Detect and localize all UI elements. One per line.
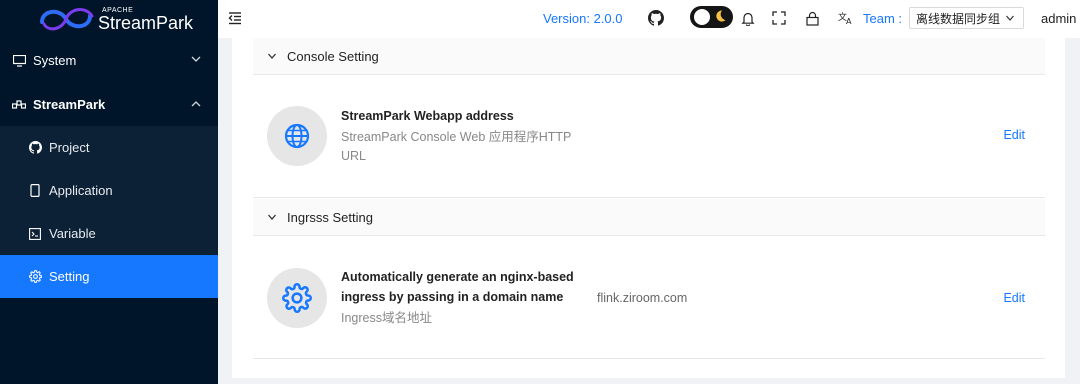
settings-content: Console Setting StreamPark Webapp addres… (232, 38, 1065, 378)
setting-avatar (267, 106, 327, 166)
setting-row: Automatically generate an nginx-based in… (253, 236, 1045, 359)
team-select-value: 离线数据同步组 (916, 11, 1001, 26)
sidebar-item-variable[interactable]: Variable (0, 212, 218, 255)
sidebar-item-label: Application (49, 183, 113, 198)
logo[interactable]: APACHE StreamPark (0, 0, 218, 38)
setting-row: StreamPark Webapp address StreamPark Con… (253, 75, 1045, 198)
bell-icon[interactable] (740, 10, 756, 26)
sidebar-item-streampark[interactable]: StreamPark (0, 83, 218, 126)
console-setting-header[interactable]: Console Setting (253, 38, 1045, 75)
ingress-setting-header[interactable]: Ingrsss Setting (253, 199, 1045, 236)
setting-title: StreamPark Webapp address (341, 109, 514, 123)
chevron-up-icon (191, 101, 201, 107)
sidebar-item-label: StreamPark (33, 97, 106, 112)
sidebar-item-label: Setting (49, 269, 90, 284)
logo-brand-text: StreamPark (98, 12, 194, 33)
chevron-down-icon (268, 214, 276, 220)
setting-description: StreamPark Console Web 应用程序HTTP URL (341, 130, 572, 163)
team-select[interactable]: 离线数据同步组 (909, 7, 1024, 29)
code-icon (28, 227, 42, 241)
sidebar-item-application[interactable]: Application (0, 169, 218, 212)
monitor-icon (12, 54, 26, 68)
setting-value: flink.ziroom.com (597, 291, 688, 305)
streampark-logo-icon (40, 8, 94, 31)
top-header: Version: 2.0.0 文A Team : 离线数据同步组 admin (218, 0, 1080, 38)
fullscreen-icon[interactable] (771, 10, 787, 26)
sidebar-item-label: Project (49, 140, 90, 155)
sidebar: APACHE StreamPark System StreamPark Proj… (0, 0, 218, 384)
edit-button[interactable]: Edit (1003, 291, 1025, 305)
setting-avatar (267, 268, 327, 328)
setting-description: Ingress域名地址 (341, 311, 432, 325)
section-title: Console Setting (287, 48, 379, 64)
version-link[interactable]: Version: 2.0.0 (543, 11, 623, 26)
toggle-knob (694, 9, 710, 25)
streampark-submenu: Project Application Variable Setting (0, 126, 218, 298)
github-icon (28, 141, 42, 155)
gear-icon (28, 270, 42, 284)
chevron-down-icon (191, 56, 201, 62)
chevron-down-icon (1006, 15, 1014, 21)
sidebar-item-setting[interactable]: Setting (0, 255, 218, 298)
translate-icon[interactable]: 文A (837, 10, 853, 26)
svg-text:A: A (846, 17, 852, 25)
mobile-icon (28, 184, 42, 198)
menu-fold-icon[interactable] (228, 11, 242, 25)
sidebar-item-project[interactable]: Project (0, 126, 218, 169)
chevron-down-icon (268, 53, 276, 59)
sidebar-item-label: Variable (49, 226, 96, 241)
setting-title: Automatically generate an nginx-based in… (341, 270, 574, 304)
globe-icon (284, 123, 310, 149)
moon-icon (716, 10, 726, 22)
edit-button[interactable]: Edit (1003, 128, 1025, 142)
github-icon[interactable] (648, 10, 664, 26)
lock-icon[interactable] (804, 10, 820, 26)
user-menu[interactable]: admin (1041, 11, 1076, 26)
team-label: Team : (863, 11, 903, 26)
cluster-icon (12, 98, 26, 112)
gear-icon (282, 283, 312, 313)
sidebar-item-label: System (33, 53, 77, 68)
dark-mode-toggle[interactable] (690, 6, 733, 28)
sidebar-item-system[interactable]: System (0, 38, 218, 83)
section-title: Ingrsss Setting (287, 209, 373, 225)
